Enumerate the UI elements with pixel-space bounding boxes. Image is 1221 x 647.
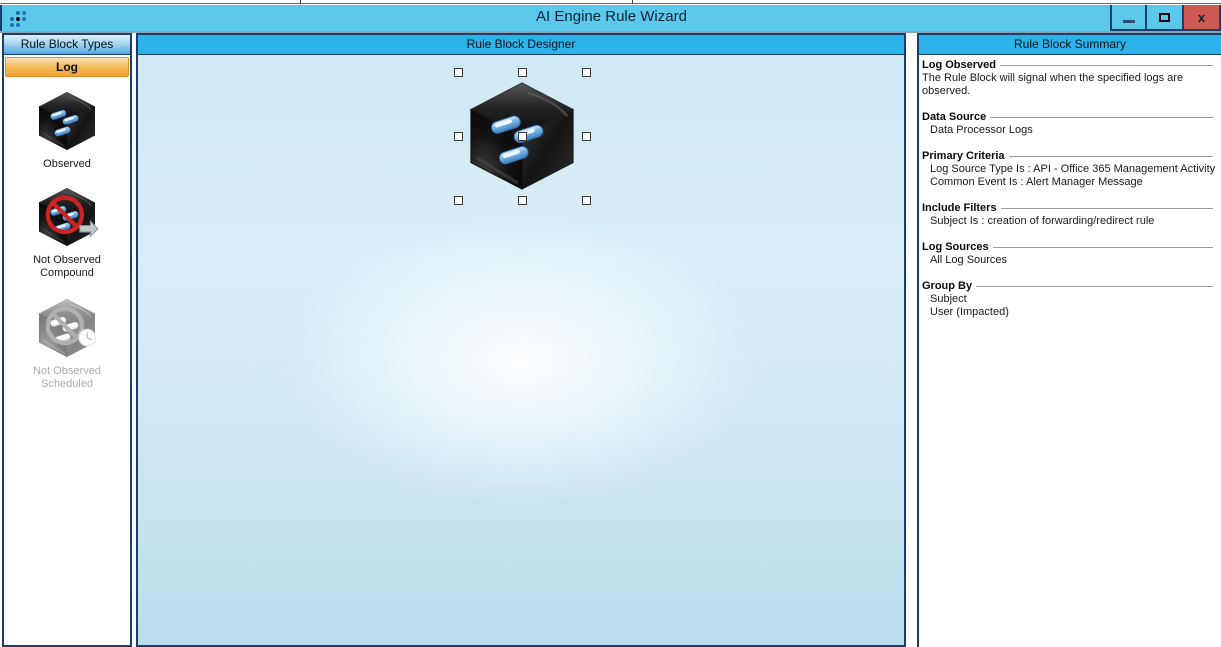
summary-section-rule [1009, 156, 1213, 157]
maximize-icon [1159, 13, 1170, 22]
summary-section: Include FiltersSubject Is : creation of … [922, 202, 1213, 228]
background-window-edge [0, 0, 1221, 4]
background-window-divider [632, 0, 633, 4]
summary-section-title: Include Filters [922, 202, 997, 215]
summary-section-rule [993, 247, 1213, 248]
summary-section-line: All Log Sources [922, 254, 1213, 267]
log-category-button[interactable]: Log [5, 57, 129, 77]
selected-rule-block[interactable] [454, 68, 591, 205]
rule-block-summary-header: Rule Block Summary [919, 35, 1221, 55]
summary-section-rule [976, 286, 1213, 287]
minimize-button[interactable] [1110, 5, 1147, 31]
summary-section-title: Log Sources [922, 241, 989, 254]
summary-section: Log SourcesAll Log Sources [922, 241, 1213, 267]
summary-section-rule [1001, 208, 1213, 209]
maximize-button[interactable] [1147, 5, 1184, 31]
summary-section-rule [990, 117, 1213, 118]
summary-section-title: Log Observed [922, 59, 996, 72]
title-bar: AI Engine Rule Wizard x [0, 5, 1221, 31]
summary-section-line: Log Source Type Is : API - Office 365 Ma… [922, 163, 1213, 176]
selection-handle[interactable] [582, 68, 591, 77]
summary-section-line: Data Processor Logs [922, 124, 1213, 137]
summary-section-line: Subject Is : creation of forwarding/redi… [922, 215, 1213, 228]
summary-section: Log ObservedThe Rule Block will signal w… [922, 59, 1213, 98]
selection-handle[interactable] [582, 196, 591, 205]
rule-block-type-label: Observed [12, 158, 122, 171]
selection-handle[interactable] [454, 196, 463, 205]
selection-handle[interactable] [582, 132, 591, 141]
selection-handle[interactable] [518, 132, 527, 141]
summary-section-line: The Rule Block will signal when the spec… [922, 72, 1213, 98]
rule-block-summary-panel: Rule Block Summary Log ObservedThe Rule … [917, 33, 1221, 647]
designer-canvas[interactable] [138, 55, 904, 645]
rule-block-type-label: Not Observed Scheduled [12, 365, 122, 391]
close-button[interactable]: x [1184, 5, 1221, 31]
selection-handle[interactable] [454, 68, 463, 77]
not-observed-scheduled-cube-icon [28, 296, 106, 360]
log-observed-cube-icon [28, 89, 106, 153]
selection-handle[interactable] [518, 68, 527, 77]
rule-block-type-label: Not Observed Compound [12, 254, 122, 280]
rule-block-type-observed[interactable]: Observed [12, 89, 122, 171]
rule-block-type-list: Observed Not Observed Compound [4, 79, 130, 391]
summary-section-title: Primary Criteria [922, 150, 1005, 163]
summary-section-title: Group By [922, 280, 972, 293]
rule-block-designer-header: Rule Block Designer [138, 35, 904, 55]
minimize-icon [1123, 20, 1135, 23]
rule-block-types-panel: Rule Block Types Log Observed Not Observ… [2, 33, 132, 647]
selection-handle[interactable] [518, 196, 527, 205]
selection-handle[interactable] [454, 132, 463, 141]
summary-section: Group BySubjectUser (Impacted) [922, 280, 1213, 319]
summary-section: Primary CriteriaLog Source Type Is : API… [922, 150, 1213, 189]
summary-section-line: User (Impacted) [922, 306, 1213, 319]
rule-block-type-not-observed-compound[interactable]: Not Observed Compound [12, 185, 122, 280]
rule-block-type-not-observed-scheduled: Not Observed Scheduled [12, 296, 122, 391]
summary-section-title: Data Source [922, 111, 986, 124]
summary-section-line: Subject [922, 293, 1213, 306]
rule-block-designer-panel: Rule Block Designer [136, 33, 906, 647]
close-icon: x [1198, 10, 1205, 25]
window-title: AI Engine Rule Wizard [2, 8, 1221, 25]
background-window-divider [300, 0, 301, 4]
summary-section-line: Common Event Is : Alert Manager Message [922, 176, 1213, 189]
summary-sections: Log ObservedThe Rule Block will signal w… [919, 55, 1221, 319]
rule-block-types-header: Rule Block Types [4, 35, 130, 55]
summary-section: Data SourceData Processor Logs [922, 111, 1213, 137]
summary-section-rule [1000, 65, 1213, 66]
not-observed-compound-cube-icon [28, 185, 106, 249]
